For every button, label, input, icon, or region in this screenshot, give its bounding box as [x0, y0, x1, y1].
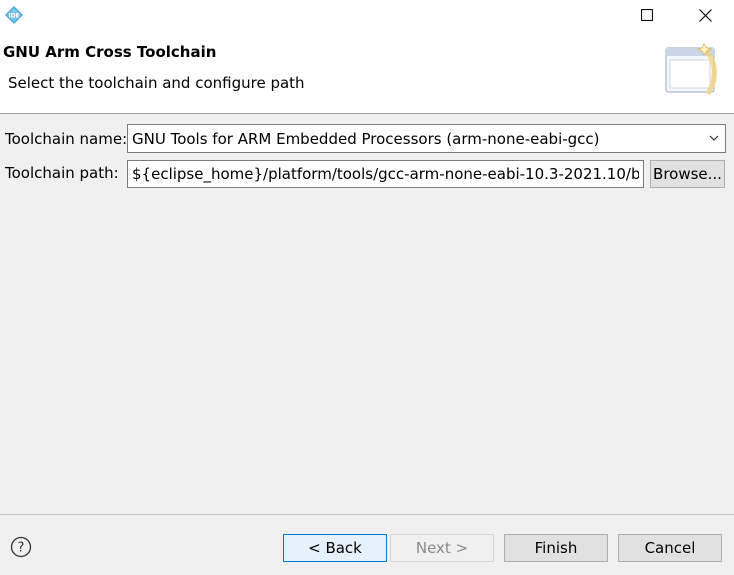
finish-button[interactable]: Finish — [504, 534, 608, 562]
wizard-header: GNU Arm Cross Toolchain Select the toolc… — [0, 32, 734, 114]
close-icon — [698, 8, 712, 22]
svg-text:?: ? — [18, 541, 25, 556]
next-button: Next > — [390, 534, 494, 562]
ide-icon: IDE — [5, 6, 23, 24]
title-bar: IDE — [0, 0, 734, 32]
toolchain-name-combo[interactable]: GNU Tools for ARM Embedded Processors (a… — [127, 124, 726, 153]
toolchain-name-label: Toolchain name: — [5, 130, 128, 148]
help-icon[interactable]: ? — [10, 536, 32, 558]
cancel-button[interactable]: Cancel — [618, 534, 722, 562]
chevron-down-icon — [709, 135, 719, 141]
browse-button[interactable]: Browse... — [650, 160, 725, 188]
page-title: GNU Arm Cross Toolchain — [3, 43, 217, 61]
toolchain-path-label: Toolchain path: — [5, 164, 119, 182]
maximize-button[interactable] — [624, 0, 670, 30]
footer-separator — [0, 514, 734, 515]
toolchain-name-value: GNU Tools for ARM Embedded Processors (a… — [132, 129, 600, 148]
toolchain-path-input[interactable] — [127, 160, 644, 188]
wizard-banner-icon — [665, 43, 717, 96]
close-button[interactable] — [682, 0, 728, 30]
svg-text:IDE: IDE — [8, 13, 19, 20]
page-description: Select the toolchain and configure path — [8, 74, 305, 92]
maximize-icon — [641, 9, 653, 21]
back-button[interactable]: < Back — [283, 534, 387, 562]
